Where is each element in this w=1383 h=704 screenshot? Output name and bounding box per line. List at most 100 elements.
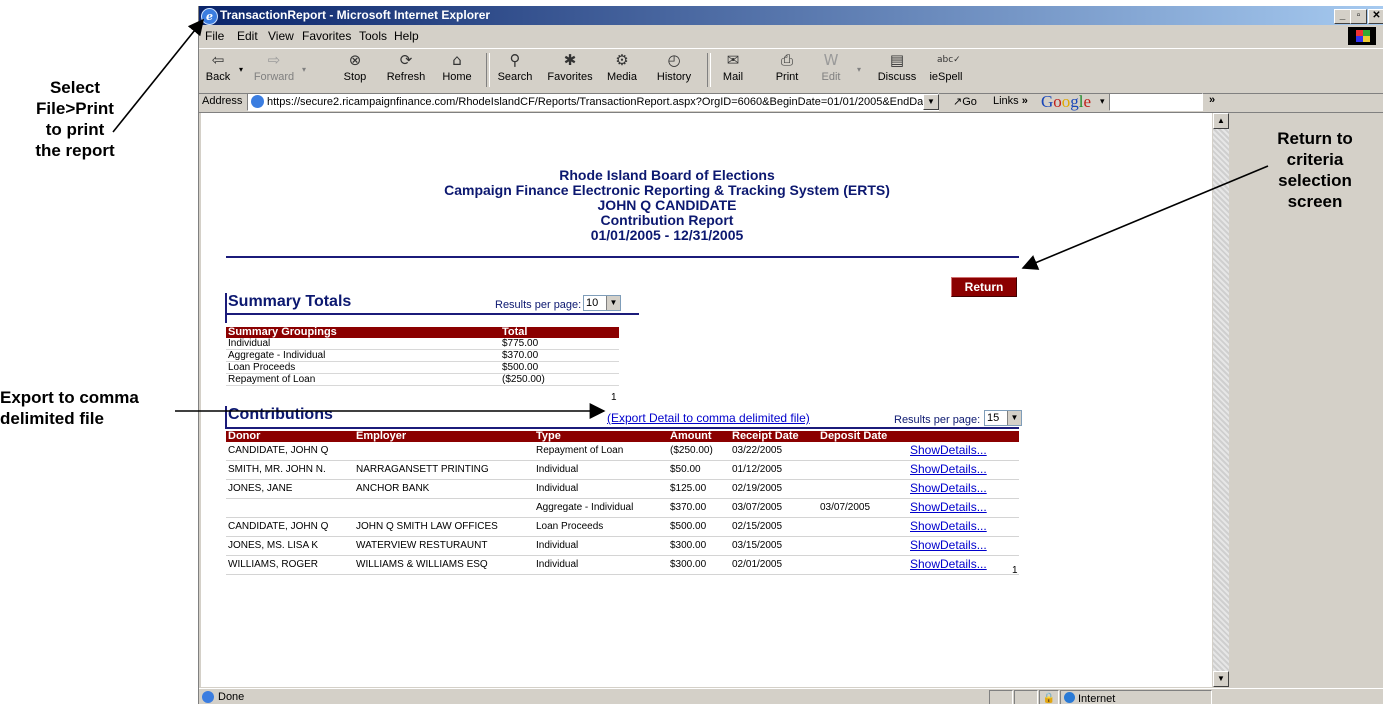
menu-bar: File Edit View Favorites Tools Help [199,26,1383,46]
summary-rpp-select[interactable]: 10 ▼ [583,295,621,311]
employer-cell [354,498,534,518]
refresh-button[interactable]: ⟳ Refresh [383,51,429,91]
deposit-date-cell [818,460,908,480]
links-button[interactable]: Links » [993,95,1028,107]
col-deposit-date: Deposit Date [818,431,908,442]
summary-rpp-value: 10 [586,297,599,309]
employer-cell: JOHN Q SMITH LAW OFFICES [354,517,534,537]
contributions-rpp-label: Results per page: [894,414,981,426]
report-header-system: Campaign Finance Electronic Reporting & … [444,182,890,198]
donor-cell: CANDIDATE, JOHN Q [226,442,354,461]
favorites-icon: ✱ [563,51,577,69]
scroll-up-button[interactable]: ▲ [1213,113,1229,129]
deposit-date-cell: 03/07/2005 [818,498,908,518]
col-summary-groupings: Summary Groupings [226,327,500,338]
links-label: Links [993,95,1019,107]
annotation-export: Export to comma delimited file [0,387,139,429]
menu-file[interactable]: File [205,26,224,46]
table-row: Aggregate - Individual $370.00 [226,349,619,362]
toolbar-overflow-chevron-icon[interactable]: » [1209,94,1215,106]
show-details-link[interactable]: ShowDetails... [910,481,987,495]
amount-cell: $125.00 [668,479,730,499]
amount-cell: $50.00 [668,460,730,480]
summary-header-row: Summary Groupings Total [226,327,619,338]
search-icon: ⚲ [509,51,521,69]
return-button[interactable]: Return [951,277,1017,297]
menu-view[interactable]: View [268,26,294,46]
summary-left-bar [225,293,227,323]
menu-help[interactable]: Help [394,26,419,46]
media-button[interactable]: ⚙ Media [603,51,641,91]
google-search-input[interactable] [1109,93,1203,111]
history-button[interactable]: ◴ History [651,51,697,91]
stop-label: Stop [343,71,367,83]
discuss-button[interactable]: ▤ Discuss [873,51,921,91]
employer-cell: WATERVIEW RESTURAUNT [354,536,534,556]
favorites-button[interactable]: ✱ Favorites [543,51,597,91]
google-dropdown[interactable]: ▾ [1100,96,1105,107]
home-button[interactable]: ⌂ Home [439,51,475,91]
vertical-scrollbar[interactable]: ▲ ▼ [1213,113,1229,687]
iespell-button[interactable]: abc✓ ieSpell [926,51,966,91]
show-details-link[interactable]: ShowDetails... [910,500,987,514]
type-cell: Individual [534,536,668,556]
annotation-return-line: criteria [1286,150,1344,169]
menu-edit[interactable]: Edit [237,26,258,46]
contributions-divider [225,427,1019,429]
iespell-label: ieSpell [929,71,963,83]
donor-cell: JONES, JANE [226,479,354,499]
spellcheck-icon: abc✓ [937,55,961,65]
favorites-label: Favorites [547,71,593,83]
employer-cell: ANCHOR BANK [354,479,534,499]
annotation-print-line: Select [49,78,101,97]
show-details-link[interactable]: ShowDetails... [910,557,987,571]
ie-logo-icon: e [201,8,218,25]
address-dropdown[interactable]: ▼ [923,94,939,110]
search-button[interactable]: ⚲ Search [495,51,535,91]
show-details-link[interactable]: ShowDetails... [910,462,987,476]
type-cell: Aggregate - Individual [534,498,668,518]
forward-label: Forward [253,71,295,83]
export-csv-link[interactable]: (Export Detail to comma delimited file) [607,411,810,425]
chevron-right-icon: » [1021,95,1028,107]
google-toolbar-logo[interactable]: Google [1041,92,1091,111]
contributions-table: Donor Employer Type Amount Receipt Date … [226,431,1019,575]
details-cell: ShowDetails... [908,498,1019,518]
close-button[interactable]: ✕ [1368,9,1383,24]
status-cell [1014,690,1038,704]
stop-button[interactable]: ⊗ Stop [337,51,373,91]
show-details-link[interactable]: ShowDetails... [910,538,987,552]
contributions-rpp-select[interactable]: 15 ▼ [984,410,1022,426]
window-title: TransactionReport - Microsoft Internet E… [220,8,491,22]
annotation-print-line: to print [45,120,105,139]
contributions-page-number[interactable]: 1 [1012,565,1018,576]
browser-window: e TransactionReport - Microsoft Internet… [198,6,1383,704]
amount-cell: $370.00 [668,498,730,518]
mail-button[interactable]: ✉ Mail [715,51,751,91]
scroll-down-button[interactable]: ▼ [1213,671,1229,687]
toolbar-separator [486,53,490,87]
back-button[interactable]: ⇦ Back [201,51,235,91]
title-bar: e TransactionReport - Microsoft Internet… [199,6,1383,25]
annotation-return-line: selection [1278,171,1352,190]
forward-button[interactable]: ⇨ Forward [249,51,299,91]
col-receipt-date: Receipt Date [730,431,818,442]
show-details-link[interactable]: ShowDetails... [910,443,987,457]
edit-button[interactable]: W Edit [815,51,847,91]
address-input[interactable]: https://secure2.ricampaignfinance.com/Rh… [247,93,939,111]
menu-tools[interactable]: Tools [359,26,387,46]
show-details-link[interactable]: ShowDetails... [910,519,987,533]
print-button[interactable]: ⎙ Print [769,51,805,91]
minimize-button[interactable]: _ [1334,9,1351,24]
menu-favorites[interactable]: Favorites [302,26,351,46]
maximize-button[interactable]: ▫ [1350,9,1367,24]
col-amount: Amount [668,431,730,442]
summary-page-number[interactable]: 1 [611,392,617,403]
contributions-title: Contributions [228,406,333,423]
grouping-cell: Repayment of Loan [226,373,500,386]
back-label: Back [205,71,231,83]
go-button[interactable]: ↗Go [953,95,977,108]
deposit-date-cell [818,536,908,556]
history-label: History [656,71,692,83]
receipt-date-cell: 03/22/2005 [730,442,818,461]
